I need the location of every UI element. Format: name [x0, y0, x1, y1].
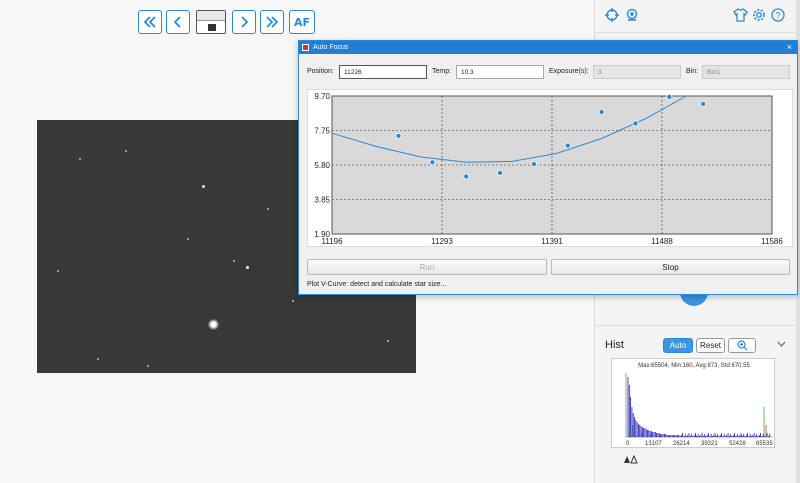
filter-square-icon	[208, 24, 216, 31]
panel-divider	[595, 32, 800, 33]
dialog-titlebar[interactable]: Auto Focus ×	[299, 41, 797, 54]
star	[233, 260, 235, 262]
chevron-down-icon[interactable]	[777, 341, 786, 347]
y-tick-label: 7.75	[314, 127, 330, 136]
hist-title: Hist	[605, 339, 624, 351]
x-tick-label: 11488	[651, 237, 673, 246]
hist-auto-button[interactable]: Auto	[663, 338, 693, 353]
exposure-label: Exposure(s):	[549, 68, 589, 75]
autofocus-label: AF	[293, 15, 311, 29]
data-point	[700, 100, 707, 107]
star	[79, 158, 81, 160]
data-point	[463, 173, 470, 180]
histogram[interactable]: Max:65504, Min:160, Avg:873, Std:670.55 …	[611, 358, 775, 448]
position-field[interactable]: 11226	[339, 65, 427, 79]
last-frame-button[interactable]	[260, 10, 284, 34]
star	[97, 358, 99, 360]
focus-params-row: Position: 11226 Temp: 10.3 Exposure(s): …	[299, 65, 797, 81]
x-tick-label: 11391	[541, 237, 563, 246]
filter-slot-strip	[197, 11, 225, 21]
hist-tick: 26214	[673, 441, 690, 447]
y-tick-label: 5.80	[314, 161, 330, 170]
double-chevron-left-icon	[143, 16, 156, 28]
x-tick-label: 11293	[431, 237, 453, 246]
star	[202, 185, 205, 188]
filter-wheel-indicator[interactable]	[196, 10, 226, 34]
hist-reset-button[interactable]: Reset	[696, 338, 725, 353]
data-point	[598, 108, 605, 115]
position-label: Position:	[307, 68, 334, 75]
histogram-plot	[625, 373, 772, 438]
bin-label: Bin:	[686, 68, 699, 75]
autofocus-dialog: Auto Focus × Position: 11226 Temp: 10.3 …	[298, 40, 798, 295]
help-icon[interactable]: ?	[771, 8, 785, 22]
data-point	[666, 93, 673, 100]
hist-tick: 52428	[729, 441, 746, 447]
star	[187, 238, 189, 240]
stretch-mode-icon[interactable]	[623, 455, 639, 464]
vcurve-chart: 11196 11293 11391 11488 11586 9.70 7.75 5.80 3.8…	[307, 89, 793, 247]
star	[125, 150, 127, 152]
exposure-field: 3	[593, 65, 681, 79]
temp-field[interactable]: 10.3	[456, 65, 544, 79]
first-frame-button[interactable]	[138, 10, 162, 34]
double-chevron-right-icon	[266, 16, 279, 28]
y-tick-label: 9.70	[314, 92, 330, 101]
star	[57, 270, 59, 272]
hist-tick: 0	[626, 441, 630, 447]
y-tick-label: 1.90	[314, 230, 330, 239]
gear-icon[interactable]	[752, 8, 766, 22]
status-text: Plot V-Curve: detect and calculate star …	[307, 281, 447, 288]
star	[147, 365, 149, 367]
zoom-in-icon	[736, 340, 747, 351]
hist-tick: 65535	[756, 441, 773, 447]
data-point	[564, 142, 571, 149]
dialog-title: Auto Focus	[313, 44, 349, 51]
app-icon	[302, 44, 309, 51]
hist-zoom-button[interactable]	[728, 338, 756, 353]
y-tick-label: 3.85	[314, 196, 330, 205]
data-point	[530, 161, 537, 168]
data-point	[497, 169, 504, 176]
star	[292, 300, 294, 302]
star	[387, 340, 389, 342]
star	[267, 208, 269, 210]
run-button[interactable]: Run	[307, 259, 547, 275]
data-point	[632, 120, 639, 127]
next-frame-button[interactable]	[232, 10, 256, 34]
hist-tick: 39321	[701, 441, 718, 447]
chevron-left-icon	[173, 16, 181, 28]
stop-button[interactable]: Stop	[551, 259, 790, 275]
vcurve-plot: 11196 11293 11391 11488 115869.707.755.803.8…	[314, 92, 783, 246]
prev-frame-button[interactable]	[166, 10, 190, 34]
camera-icon[interactable]	[625, 8, 639, 22]
temp-label: Temp:	[432, 68, 452, 75]
close-icon[interactable]: ×	[787, 42, 792, 52]
crosshair-icon[interactable]	[605, 8, 619, 22]
bright-star	[208, 319, 219, 330]
x-tick-label: 11586	[761, 237, 783, 246]
svg-text:?: ?	[775, 11, 780, 21]
hist-tick: 13107	[645, 441, 662, 447]
autofocus-button[interactable]: AF	[289, 10, 315, 34]
bin-field: Bin1	[702, 65, 790, 79]
star	[246, 266, 249, 269]
chevron-right-icon	[241, 16, 249, 28]
shirt-icon[interactable]	[733, 8, 748, 22]
data-point	[395, 132, 402, 139]
data-point	[429, 159, 436, 166]
panel-divider	[595, 325, 800, 326]
